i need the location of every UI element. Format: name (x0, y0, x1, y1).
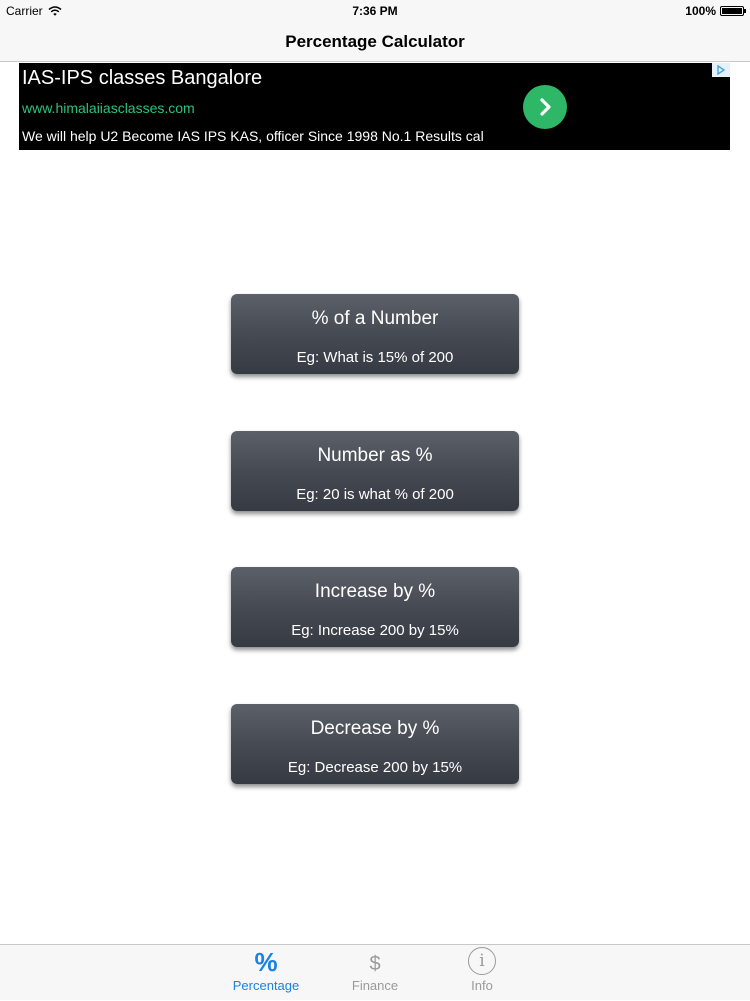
navigation-bar: Percentage Calculator (0, 22, 750, 62)
ad-banner[interactable]: IAS-IPS classes Bangalore www.himalaiias… (19, 63, 730, 150)
ad-description: We will help U2 Become IAS IPS KAS, offi… (22, 128, 484, 144)
page-title: Percentage Calculator (285, 32, 465, 51)
info-icon: i (468, 947, 496, 975)
dollar-icon: $ (369, 953, 381, 975)
battery-status: 100% (685, 4, 746, 18)
decrease-by-percent-button[interactable]: Decrease by % Eg: Decrease 200 by 15% (231, 704, 519, 784)
ad-open-button[interactable] (523, 85, 567, 129)
button-example: Eg: 20 is what % of 200 (296, 486, 454, 503)
percent-icon: % (254, 947, 278, 977)
tab-bar: % Percentage $ Finance i Info (0, 944, 750, 1000)
tab-label: Percentage (232, 978, 300, 993)
battery-percent: 100% (685, 4, 716, 18)
ad-title[interactable]: IAS-IPS classes Bangalore (22, 67, 262, 90)
button-example: Eg: Increase 200 by 15% (291, 622, 459, 639)
button-label: Decrease by % (310, 718, 440, 739)
tab-info[interactable]: i Info (437, 945, 527, 1001)
tab-label: Finance (351, 978, 399, 993)
ad-choices-badge[interactable] (712, 63, 730, 77)
tab-percentage[interactable]: % Percentage (221, 945, 311, 1001)
status-time: 7:36 PM (352, 4, 398, 18)
button-label: % of a Number (311, 308, 439, 329)
button-label: Number as % (317, 445, 433, 466)
tab-label: Info (471, 978, 493, 993)
chevron-right-icon (540, 98, 551, 116)
battery-icon (720, 6, 746, 16)
number-as-percent-button[interactable]: Number as % Eg: 20 is what % of 200 (231, 431, 519, 511)
tab-finance[interactable]: $ Finance (330, 945, 420, 1001)
button-example: Eg: Decrease 200 by 15% (287, 759, 463, 776)
increase-by-percent-button[interactable]: Increase by % Eg: Increase 200 by 15% (231, 567, 519, 647)
button-example: Eg: What is 15% of 200 (296, 349, 454, 366)
button-label: Increase by % (314, 581, 436, 602)
ad-url[interactable]: www.himalaiiasclasses.com (22, 100, 195, 116)
status-bar: Carrier 7:36 PM 100% (0, 0, 750, 22)
adchoices-icon (717, 65, 726, 75)
percent-of-number-button[interactable]: % of a Number Eg: What is 15% of 200 (231, 294, 519, 374)
